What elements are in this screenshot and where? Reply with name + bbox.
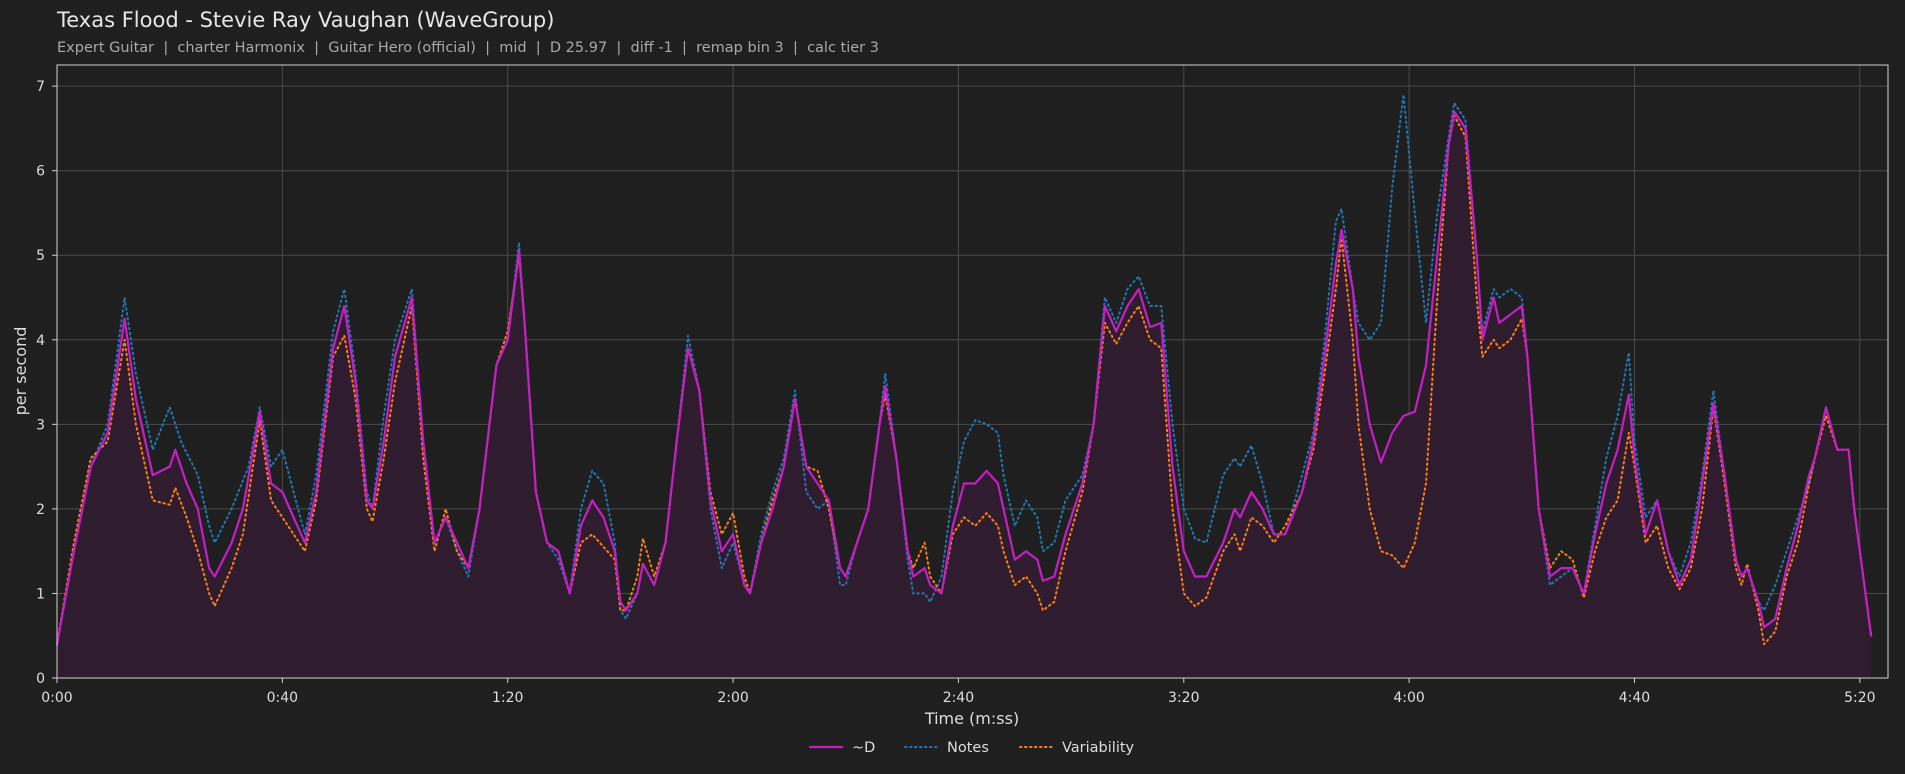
- x-tick-label: 0:40: [267, 690, 298, 706]
- y-tick-label: 3: [36, 417, 45, 433]
- x-axis-ticks: 0:00 0:40 1:20 2:00 2:40 3:20 4:00 4:40 5:20: [41, 678, 1876, 706]
- x-tick-label: 2:40: [943, 690, 974, 706]
- x-tick-label: 4:00: [1393, 690, 1424, 706]
- y-axis-ticks: 0 1 2 3 4 5 6 7: [36, 79, 57, 687]
- x-tick-label: 4:40: [1619, 690, 1650, 706]
- legend: ~D Notes Variability: [808, 740, 1135, 756]
- y-tick-label: 0: [36, 671, 45, 687]
- y-tick-label: 6: [36, 164, 45, 180]
- x-tick-label: 0:00: [41, 690, 72, 706]
- x-axis-label: Time (m:ss): [924, 709, 1019, 728]
- y-tick-label: 5: [36, 248, 45, 264]
- x-tick-label: 5:20: [1844, 690, 1875, 706]
- x-tick-label: 3:20: [1168, 690, 1199, 706]
- legend-label: Notes: [947, 740, 989, 756]
- y-axis-label: per second: [11, 327, 30, 416]
- y-tick-label: 4: [36, 333, 45, 349]
- y-tick-label: 1: [36, 586, 45, 602]
- y-tick-label: 7: [36, 79, 45, 95]
- y-tick-label: 2: [36, 502, 45, 518]
- legend-label: ~D: [852, 740, 875, 756]
- x-tick-label: 1:20: [492, 690, 523, 706]
- legend-label: Variability: [1062, 740, 1135, 756]
- line-chart: 0:00 0:40 1:20 2:00 2:40 3:20 4:00 4:40 5:20 0 1 2…: [11, 64, 1889, 756]
- x-tick-label: 2:00: [717, 690, 748, 706]
